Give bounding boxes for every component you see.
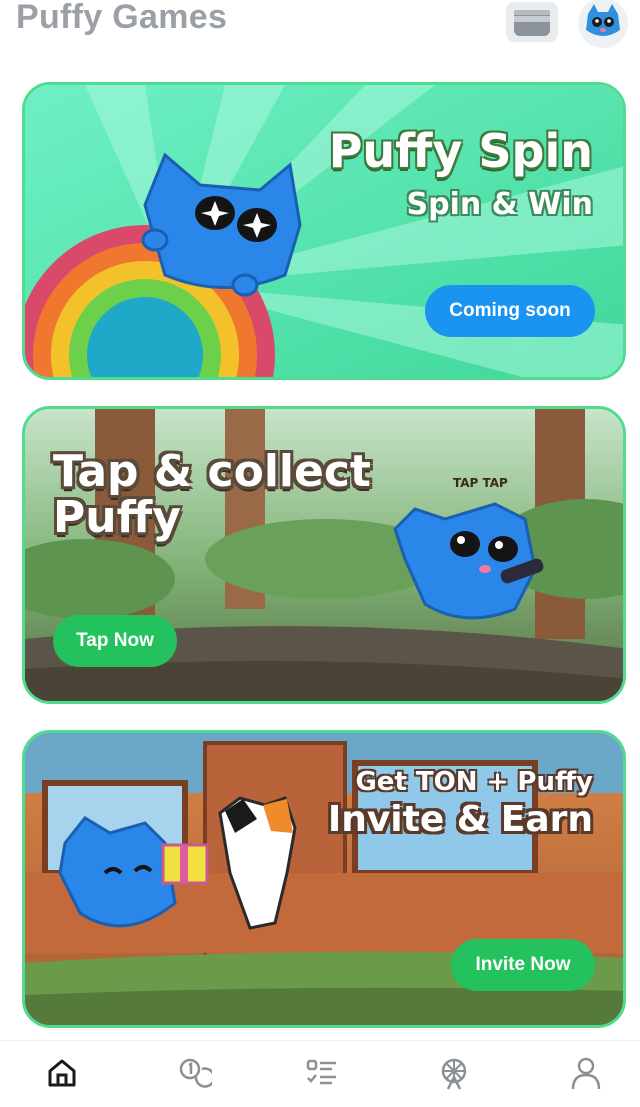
- avatar-cat-icon: [586, 4, 620, 36]
- profile-icon: [571, 1057, 601, 1090]
- card-title: Puffy Spin: [328, 124, 593, 178]
- app-title: Puffy Games: [16, 0, 228, 36]
- card-title-line2: Puffy: [53, 492, 181, 544]
- invite-earn-card[interactable]: Get TON + Puffy Invite & Earn Invite Now: [22, 730, 626, 1028]
- tap-now-button[interactable]: Tap Now: [53, 615, 177, 667]
- tab-profile[interactable]: [556, 1055, 616, 1105]
- tab-home[interactable]: [32, 1055, 92, 1105]
- tab-tasks[interactable]: [292, 1055, 352, 1105]
- tasks-list-icon: [306, 1059, 336, 1085]
- card-title-line1: Tap & collect: [53, 446, 371, 497]
- tab-wheel[interactable]: [424, 1055, 484, 1105]
- tap-tap-sticker: TAP TAP: [453, 476, 508, 490]
- coming-soon-button[interactable]: Coming soon: [425, 285, 595, 337]
- card-title: Tap & collect Puffy: [53, 446, 371, 544]
- home-icon: [48, 1059, 76, 1087]
- bottom-tab-bar: [0, 1040, 640, 1107]
- ferris-wheel-icon: [441, 1058, 467, 1090]
- coins-icon: [179, 1058, 212, 1088]
- tab-coins[interactable]: [164, 1055, 224, 1105]
- puffy-spin-card[interactable]: Puffy Spin Spin & Win Coming soon: [22, 82, 626, 380]
- top-bar: Puffy Games: [0, 0, 640, 60]
- tap-collect-card[interactable]: TAP TAP Tap & collect Puffy Tap Now: [22, 406, 626, 704]
- invite-now-button[interactable]: Invite Now: [451, 939, 595, 991]
- card-subtitle: Spin & Win: [406, 187, 593, 222]
- card-title: Invite & Earn: [327, 799, 593, 840]
- wallet-icon: [514, 10, 550, 36]
- avatar[interactable]: [578, 0, 628, 48]
- card-subtitle: Get TON + Puffy: [355, 767, 593, 797]
- wallet-button[interactable]: [506, 2, 558, 42]
